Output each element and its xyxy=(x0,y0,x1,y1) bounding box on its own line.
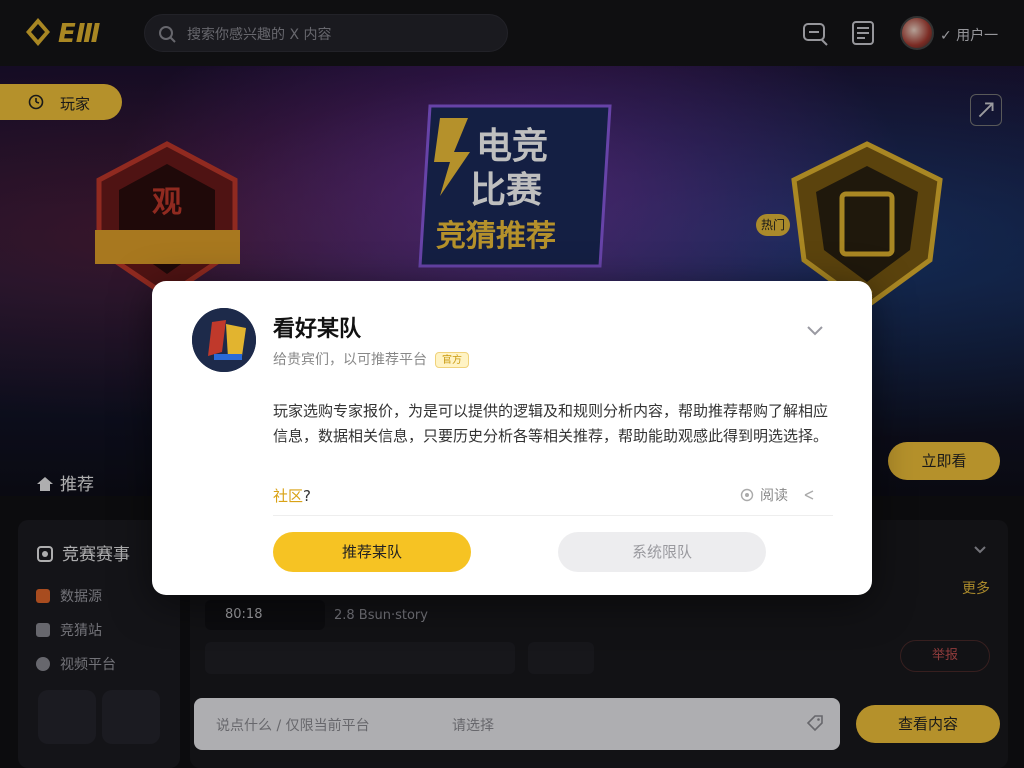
modal-meta: 阅读 xyxy=(740,485,816,505)
chevron-down-icon[interactable] xyxy=(804,319,826,341)
modal-body-text: 玩家选购专家报价，为是可以提供的逻辑及和规则分析内容，帮助推荐帮购了解相应信息，… xyxy=(273,402,829,445)
eye-icon xyxy=(740,488,754,502)
modal-dialog: 看好某队 给贵宾们，以可推荐平台 官方 玩家选购专家报价，为是可以提供的逻辑及和规… xyxy=(152,281,872,595)
secondary-team-button[interactable]: 系统限队 xyxy=(558,532,766,572)
community-link[interactable]: 社区? xyxy=(273,485,311,506)
team-avatar xyxy=(192,308,256,372)
recommend-team-button[interactable]: 推荐某队 xyxy=(273,532,471,572)
modal-title: 看好某队 xyxy=(273,317,362,342)
community-link-suffix: ? xyxy=(303,487,311,505)
official-badge: 官方 xyxy=(435,352,469,368)
modal-subtitle-text: 给贵宾们，以可推荐平台 xyxy=(273,352,427,368)
modal-subtitle: 给贵宾们，以可推荐平台 官方 xyxy=(273,349,469,369)
modal-divider xyxy=(273,515,833,516)
share-icon[interactable] xyxy=(802,488,816,502)
app-root: EⅢ 搜索你感兴趣的 X 内容 ✓ 用户一 玩家 电竞 比赛 竞猜推荐 观 热门… xyxy=(0,0,1024,768)
meta-views: 阅读 xyxy=(760,488,788,504)
community-link-label[interactable]: 社区 xyxy=(273,487,303,505)
